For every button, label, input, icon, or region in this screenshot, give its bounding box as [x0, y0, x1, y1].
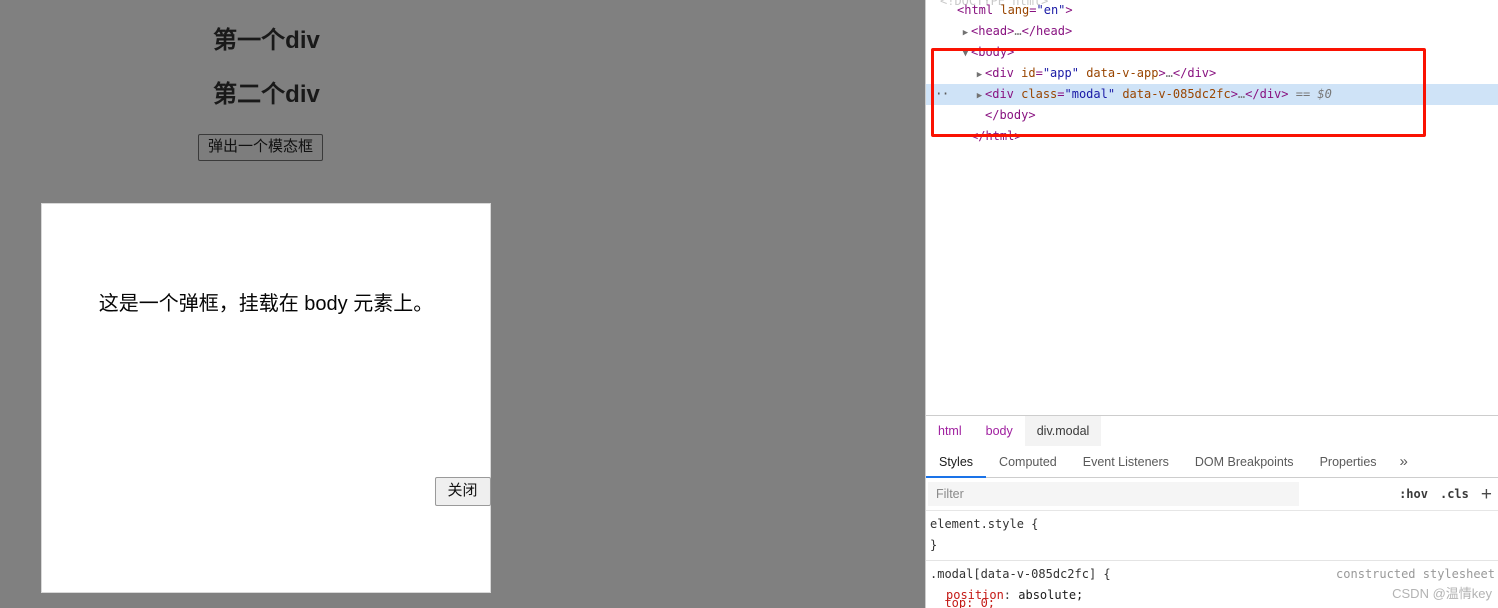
- styles-filter-input[interactable]: [928, 482, 1299, 506]
- style-rule-selector[interactable]: element.style {: [930, 514, 1498, 535]
- styles-tab-bar: Styles Computed Event Listeners DOM Breakpo…: [926, 446, 1498, 478]
- style-rule-closing-brace: }: [930, 538, 938, 552]
- open-modal-button[interactable]: 弹出一个模态框: [198, 134, 324, 161]
- devtools-panel: <!DOCTYPE html> ▶<html lang="en">▶<head>…: [925, 0, 1498, 608]
- tab-styles[interactable]: Styles: [926, 446, 987, 478]
- declaration-value[interactable]: absolute;: [1018, 588, 1083, 602]
- dom-tree-row[interactable]: ▶<html lang="en">: [926, 0, 1498, 21]
- truncated-declaration-line: top: 0;: [930, 596, 996, 608]
- style-rule[interactable]: element.style {}: [926, 511, 1498, 561]
- tab-properties[interactable]: Properties: [1307, 446, 1390, 477]
- dom-node-markup: </body>: [985, 108, 1036, 122]
- dom-node-markup: <div id="app" data-v-app>…</div>: [985, 66, 1217, 80]
- new-style-rule-button[interactable]: +: [1475, 485, 1498, 504]
- breadcrumb-item-html[interactable]: html: [926, 416, 974, 446]
- heading-first-div: 第一个div: [213, 27, 320, 54]
- chevron-down-icon[interactable]: ▼: [960, 44, 971, 65]
- dom-tree-rows: ▶<html lang="en">▶<head>…</head>▼<body>▶…: [926, 0, 1498, 147]
- dom-tree-row[interactable]: ▶ <head>…</head>: [926, 21, 1498, 42]
- dom-node-markup: </html>: [971, 129, 1022, 143]
- cls-toggle-button[interactable]: .cls: [1434, 487, 1475, 501]
- dom-node-markup: <html lang="en">: [957, 3, 1073, 17]
- dom-tree[interactable]: <!DOCTYPE html> ▶<html lang="en">▶<head>…: [926, 0, 1498, 414]
- style-rule-origin: constructed stylesheet: [1336, 567, 1495, 581]
- modal-dialog: 这是一个弹框，挂载在 body 元素上。: [41, 203, 491, 593]
- modal-message: 这是一个弹框，挂载在 body 元素上。: [98, 293, 434, 315]
- dom-tree-row[interactable]: ▼ <body>: [926, 42, 1498, 63]
- styles-rule-list: element.style {} constructed stylesheet .m…: [926, 511, 1498, 608]
- dom-node-markup: <div class="modal" data-v-085dc2fc>…</di…: [985, 87, 1332, 101]
- dom-tree-row[interactable]: ··· ▶ <div class="modal" data-v-085dc2fc>……: [926, 84, 1498, 105]
- chevron-right-icon[interactable]: ▶: [974, 65, 985, 86]
- chevron-right-icon[interactable]: ▶: [960, 23, 971, 44]
- screenshot-root: 第一个div 第二个div 弹出一个模态框 这是一个弹框，挂载在 body 元素…: [0, 0, 1498, 608]
- heading-second-div: 第二个div: [213, 81, 320, 108]
- dom-node-markup: <body>: [971, 45, 1015, 59]
- more-tabs-button[interactable]: »: [1390, 446, 1418, 477]
- scroll-marker-icon: ···: [928, 87, 950, 102]
- chevron-right-icon[interactable]: ▶: [974, 86, 985, 107]
- dom-tree-row[interactable]: ▶</html>: [926, 126, 1498, 147]
- styles-filter-bar: :hov .cls +: [926, 478, 1498, 511]
- tab-event-listeners[interactable]: Event Listeners: [1070, 446, 1182, 477]
- hov-toggle-button[interactable]: :hov: [1393, 487, 1434, 501]
- dom-tree-row[interactable]: ▶ <div id="app" data-v-app>…</div>: [926, 63, 1498, 84]
- breadcrumb-item-body[interactable]: body: [974, 416, 1025, 446]
- breadcrumb: html body div.modal: [926, 415, 1498, 446]
- style-declaration[interactable]: position: absolute;: [930, 585, 1498, 606]
- style-rule[interactable]: constructed stylesheet .modal[data-v-085d…: [926, 561, 1498, 608]
- tab-dom-breakpoints[interactable]: DOM Breakpoints: [1182, 446, 1307, 477]
- breadcrumb-item-div-modal[interactable]: div.modal: [1024, 416, 1102, 446]
- rendered-web-page: 第一个div 第二个div 弹出一个模态框 这是一个弹框，挂载在 body 元素…: [0, 0, 925, 608]
- dom-tree-row[interactable]: ▶</body>: [926, 105, 1498, 126]
- tab-computed[interactable]: Computed: [986, 446, 1070, 477]
- dom-node-markup: <head>…</head>: [971, 24, 1073, 38]
- modal-close-button[interactable]: 关闭: [434, 477, 491, 506]
